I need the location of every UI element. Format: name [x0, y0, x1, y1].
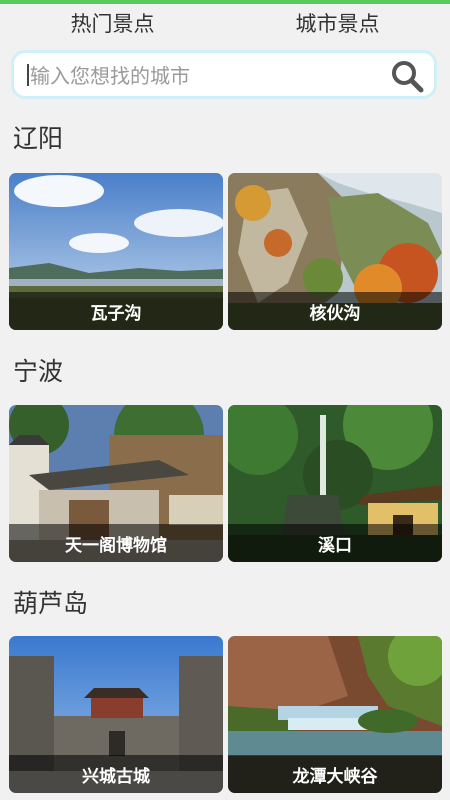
attraction-card-tianyige-museum[interactable]: 天一阁博物馆: [9, 405, 223, 562]
attraction-label: 核伙沟: [228, 292, 442, 330]
attraction-label: 兴城古城: [9, 755, 223, 793]
search-bar[interactable]: 输入您想找的城市: [11, 50, 437, 99]
search-input[interactable]: 输入您想找的城市: [30, 60, 190, 89]
attraction-card-longtan-grand-canyon[interactable]: 龙潭大峡谷: [228, 636, 442, 793]
attraction-card-wazigou[interactable]: 瓦子沟: [9, 173, 223, 330]
attraction-card-xingcheng-old-town[interactable]: 兴城古城: [9, 636, 223, 793]
search-icon[interactable]: [390, 59, 424, 93]
tab-hot-attractions[interactable]: 热门景点: [0, 4, 225, 42]
attraction-label: 龙潭大峡谷: [228, 755, 442, 793]
tab-city-attractions[interactable]: 城市景点: [225, 4, 450, 42]
section-title-ningbo: 宁波: [13, 357, 64, 386]
tab-bar: 热门景点 城市景点: [0, 4, 450, 42]
text-cursor: [27, 63, 29, 86]
attraction-label: 溪口: [228, 524, 442, 562]
section-title-huludao: 葫芦岛: [13, 589, 89, 618]
attraction-card-xikou[interactable]: 溪口: [228, 405, 442, 562]
attraction-label: 天一阁博物馆: [9, 524, 223, 562]
section-title-liaoyang: 辽阳: [13, 124, 64, 153]
attraction-label: 瓦子沟: [9, 292, 223, 330]
attraction-card-heihuogou[interactable]: 核伙沟: [228, 173, 442, 330]
